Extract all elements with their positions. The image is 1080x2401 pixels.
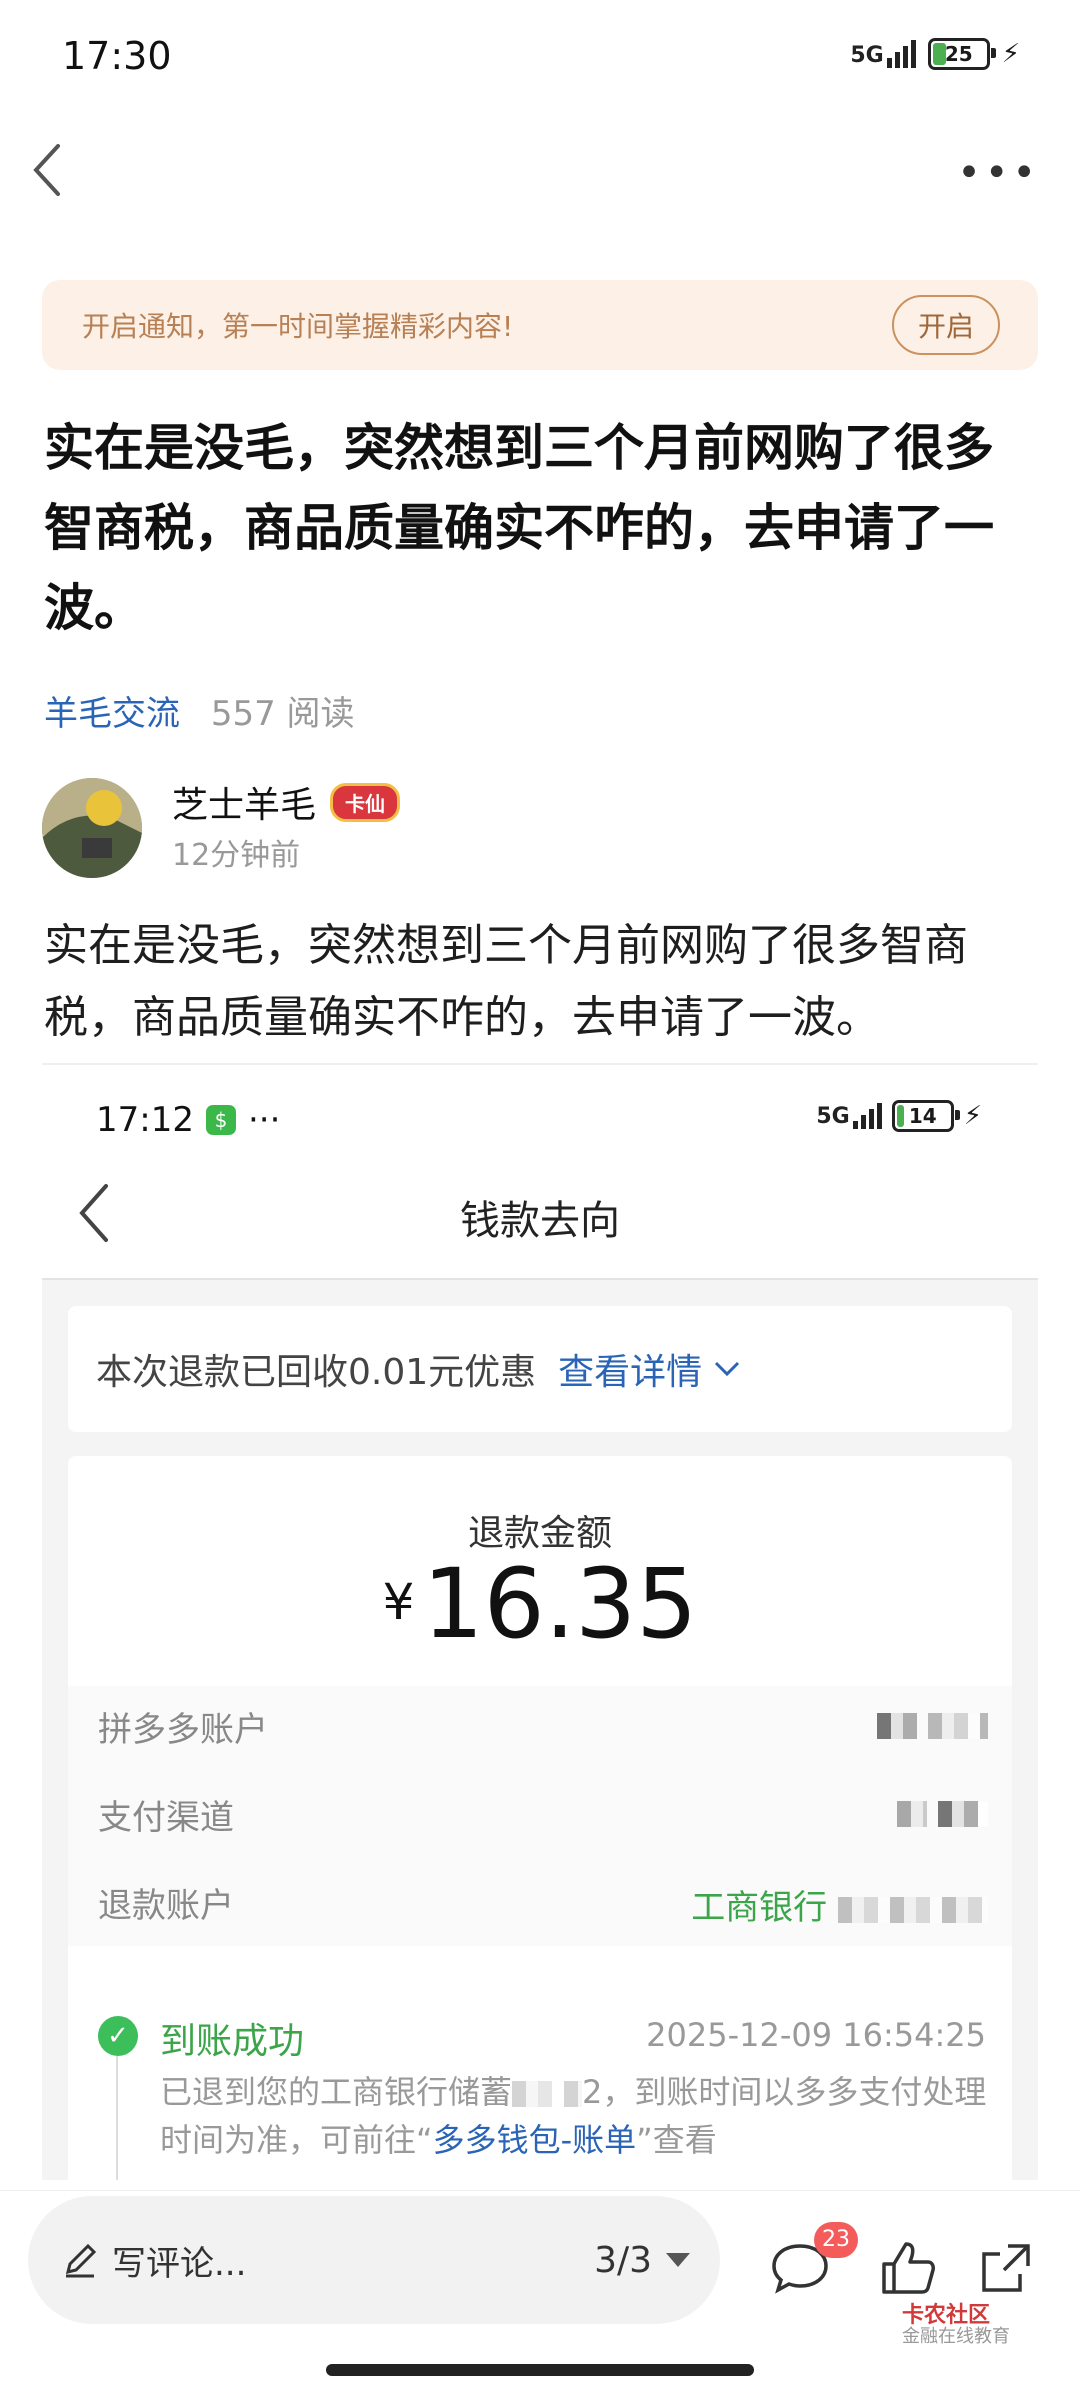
screenshot-status-more: ··· xyxy=(247,1100,281,1140)
row-value-redacted xyxy=(897,1792,988,1832)
battery-level: 25 xyxy=(944,42,973,66)
post-meta: 羊毛交流 557 阅读 xyxy=(44,686,355,735)
app-notification-icon: $ xyxy=(205,1105,236,1135)
embedded-screenshot[interactable]: 17:12 $ ··· 5G 14 ⚡ 钱款去向 本次退款已回收0.01元优惠 … xyxy=(42,1070,1038,2180)
status-desc-part: ”查看 xyxy=(636,2121,717,2159)
comment-input[interactable]: 写评论... 3/3 xyxy=(28,2196,720,2324)
screenshot-divider xyxy=(42,1278,1038,1280)
screenshot-battery-icon: 14 xyxy=(891,1100,960,1132)
enable-notification-button[interactable]: 开启 xyxy=(891,295,1000,355)
more-options-icon[interactable]: ••• xyxy=(957,150,1040,196)
screenshot-page-title: 钱款去向 xyxy=(460,1198,620,1244)
success-check-icon: ✓ xyxy=(98,2016,138,2056)
refund-card: 退款金额 ¥16.35 拼多多账户 支付渠道 退款账户 工商银行 ✓ 到账成功 … xyxy=(68,1456,1012,2180)
watermark-subtitle: 金融在线教育 xyxy=(902,2326,1010,2347)
post-time: 12分钟前 xyxy=(172,838,301,873)
author-badge: 卡仙 xyxy=(330,782,401,822)
signal-icon: 5G xyxy=(850,40,916,68)
currency-symbol: ¥ xyxy=(382,1573,415,1631)
author-row: 芝士羊毛 卡仙 xyxy=(172,776,401,828)
screenshot-status-icons: 5G 14 ⚡ xyxy=(816,1100,982,1132)
comment-placeholder: 写评论... xyxy=(112,2243,247,2284)
row-label: 支付渠道 xyxy=(98,1798,234,1838)
coupon-details-link: 查看详情 xyxy=(558,1352,703,1393)
notification-text: 开启通知，第一时间掌握精彩内容! xyxy=(82,310,514,343)
watermark: 卡农社区 金融在线教育 xyxy=(902,2303,1010,2347)
row-label: 退款账户 xyxy=(98,1886,234,1926)
row-value-redacted xyxy=(877,1704,988,1744)
status-time: 17:30 xyxy=(62,34,172,78)
row-label: 拼多多账户 xyxy=(98,1710,268,1750)
author-name[interactable]: 芝士羊毛 xyxy=(172,776,316,828)
post-body: 实在是没毛，突然想到三个月前网购了很多智商税，商品质量确实不咋的，去申请了一波。 xyxy=(44,920,968,1043)
notification-banner: 开启通知，第一时间掌握精彩内容! 开启 xyxy=(42,280,1038,370)
screenshot-battery-level: 14 xyxy=(908,1104,937,1128)
divider xyxy=(42,1063,1038,1065)
status-description: 已退到您的工商银行储蓄 2，到账时间以多多支付处理时间为准，可前往“多多钱包-账单… xyxy=(160,2068,1000,2164)
status-title: 到账成功 xyxy=(160,2021,305,2062)
pen-icon xyxy=(65,2243,97,2278)
status-desc-part: 已退到您的工商银行储蓄 xyxy=(160,2073,513,2111)
refund-amount-value: 16.35 xyxy=(422,1548,698,1660)
bank-name: 工商银行 xyxy=(691,1888,828,1928)
dropdown-caret-icon[interactable] xyxy=(666,2253,690,2267)
status-date: 2025-12-09 16:54:25 xyxy=(646,2016,986,2054)
chevron-down-icon xyxy=(715,1361,740,1377)
battery-icon: 25 xyxy=(927,38,996,70)
battery-fill xyxy=(932,43,946,65)
avatar[interactable] xyxy=(42,778,142,878)
screenshot-battery-fill xyxy=(896,1105,904,1127)
wallet-bill-link: 多多钱包-账单 xyxy=(432,2121,637,2159)
comment-count-badge: 23 xyxy=(814,2222,858,2258)
refund-info-rows: 拼多多账户 支付渠道 退款账户 工商银行 xyxy=(68,1686,1012,1946)
screenshot-network: 5G xyxy=(816,1104,850,1129)
network-label: 5G xyxy=(850,43,884,68)
charging-icon: ⚡ xyxy=(1001,39,1020,69)
home-indicator[interactable] xyxy=(326,2364,754,2376)
screenshot-signal-icon: 5G xyxy=(816,1103,882,1129)
status-icons: 5G 25 ⚡ xyxy=(850,38,1020,70)
page-indicator[interactable]: 3/3 xyxy=(594,2240,652,2281)
refund-amount: ¥16.35 xyxy=(68,1548,1012,1660)
post-title: 实在是没毛，突然想到三个月前网购了很多智商税，商品质量确实不咋的，去申请了一波。 xyxy=(44,419,994,637)
category-link[interactable]: 羊毛交流 xyxy=(44,694,180,734)
screenshot-status-bar: 17:12 $ ··· xyxy=(96,1100,280,1140)
share-icon[interactable] xyxy=(974,2236,1038,2300)
timeline-line xyxy=(116,2056,118,2180)
screenshot-charging-icon: ⚡ xyxy=(963,1101,982,1131)
coupon-text: 本次退款已回收0.01元优惠 xyxy=(96,1352,537,1393)
screenshot-time: 17:12 xyxy=(96,1100,194,1140)
read-count: 557 阅读 xyxy=(210,694,355,734)
back-icon[interactable] xyxy=(24,140,74,200)
like-icon[interactable] xyxy=(876,2236,940,2300)
refund-account-value: 工商银行 xyxy=(691,1880,988,1929)
watermark-title: 卡农社区 xyxy=(902,2303,991,2328)
coupon-card: 本次退款已回收0.01元优惠 查看详情 xyxy=(68,1306,1012,1432)
